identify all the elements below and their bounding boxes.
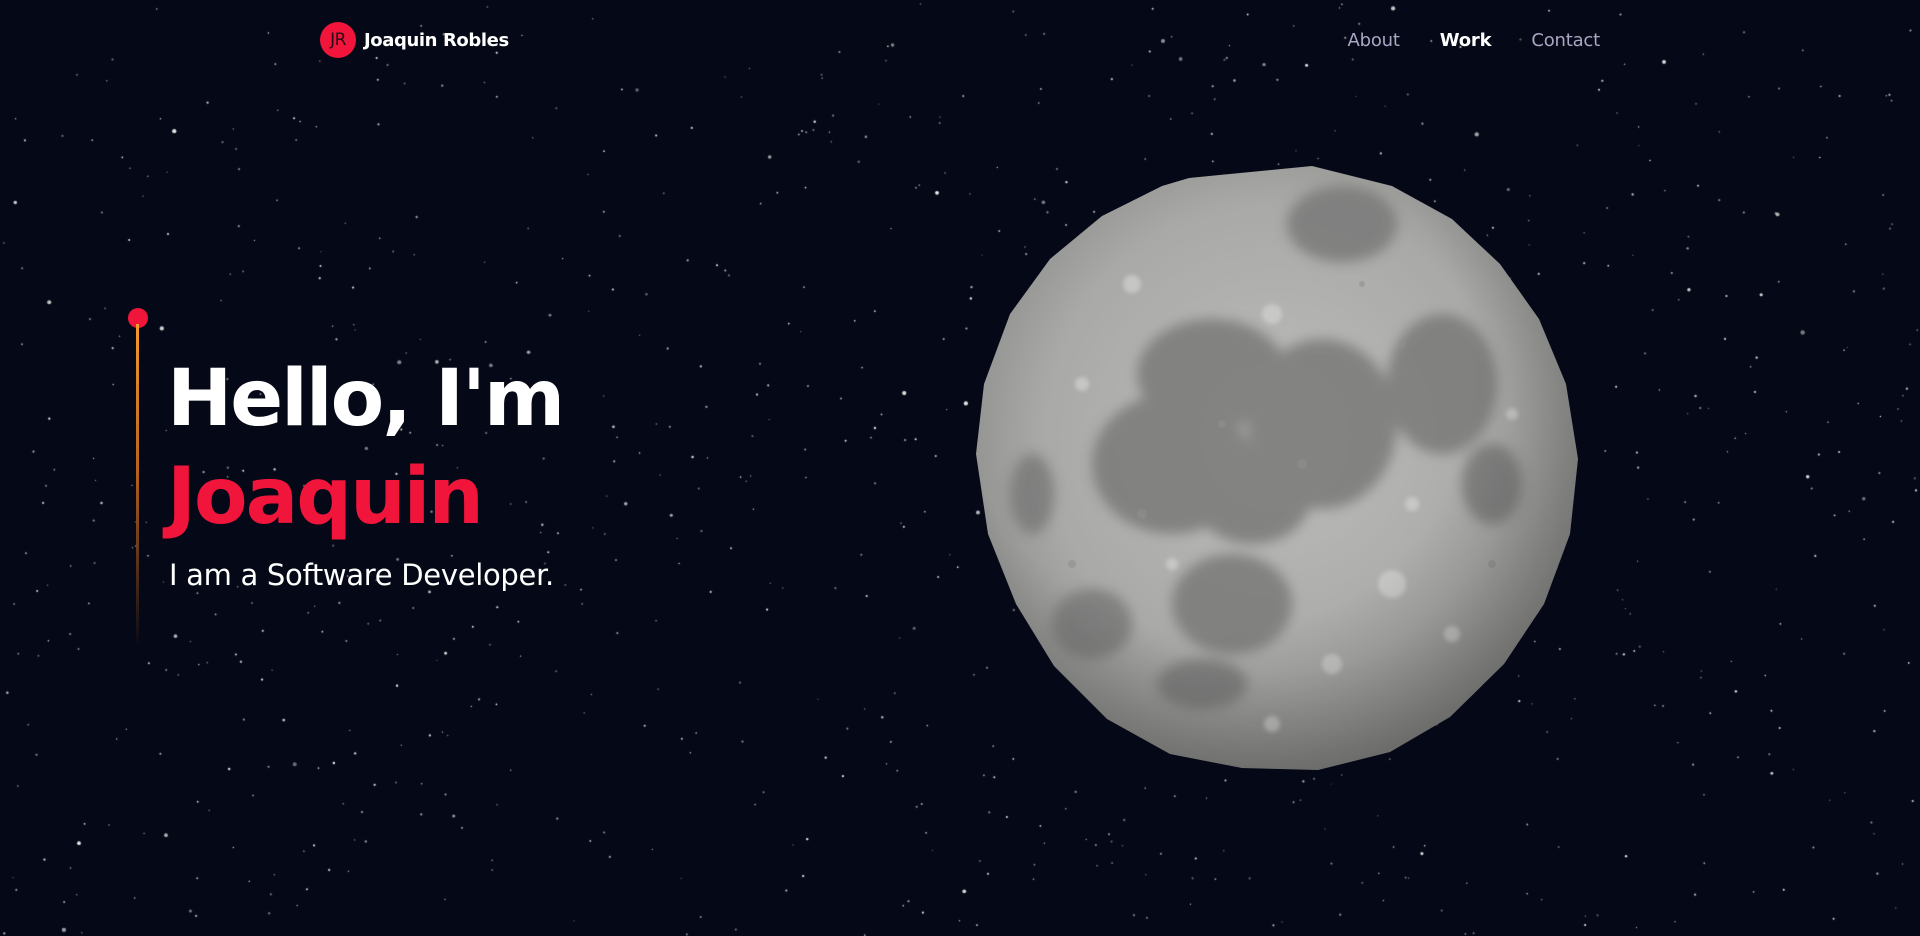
hero-indicator (128, 308, 148, 648)
moon-icon[interactable] (972, 164, 1580, 772)
nav-links: About Work Contact (1348, 30, 1601, 51)
nav-link-about[interactable]: About (1348, 30, 1400, 51)
indicator-line (136, 324, 139, 648)
hero-name: Joaquin (167, 452, 484, 542)
navbar: JR Joaquin Robles About Work Contact (320, 20, 1600, 60)
page: JR Joaquin Robles About Work Contact Hel… (0, 0, 1920, 936)
hero-text: Hello, I'm Joaquin I am a Software Devel… (167, 350, 565, 592)
hero-subtitle: I am a Software Developer. (169, 558, 554, 592)
brand-name: Joaquin Robles (364, 29, 509, 51)
jr-logo-icon: JR (320, 22, 356, 58)
hero-greeting: Hello, I'm (167, 354, 565, 444)
brand-link[interactable]: JR Joaquin Robles (320, 22, 509, 58)
nav-link-work[interactable]: Work (1440, 30, 1492, 51)
nav-link-contact[interactable]: Contact (1531, 30, 1600, 51)
moon-svg (976, 166, 1578, 770)
